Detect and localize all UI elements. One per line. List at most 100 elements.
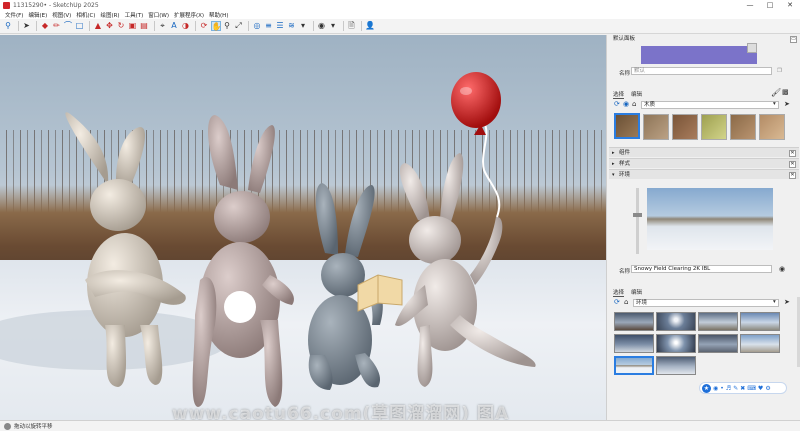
tab-select[interactable]: 选择 — [613, 90, 625, 99]
rabbit-light[interactable] — [395, 124, 536, 387]
menu-view[interactable]: 视图(V) — [52, 11, 71, 19]
select-icon[interactable]: ➤ — [22, 21, 32, 31]
environment-thumbnail[interactable] — [614, 334, 654, 353]
environment-thumbnail[interactable] — [740, 312, 780, 331]
ime-lang-icon[interactable]: ◉ — [713, 385, 718, 392]
close-button[interactable]: ✕ — [780, 1, 800, 9]
export-icon[interactable]: 🗎 — [347, 21, 357, 31]
ime-logo-icon[interactable]: ★ — [702, 383, 711, 393]
move-icon[interactable]: ✥ — [105, 21, 115, 31]
layers-icon[interactable]: ☰ — [275, 21, 285, 31]
material-swatch[interactable] — [759, 114, 785, 140]
ime-punct-icon[interactable]: • — [720, 385, 724, 392]
close-icon[interactable]: ✕ — [789, 160, 796, 168]
push-pull-icon[interactable]: ▲ — [93, 21, 103, 31]
details-arrow-icon[interactable]: ➤ — [784, 100, 790, 108]
chevron-down-icon[interactable]: ▾ — [773, 101, 776, 107]
rabbit-grey[interactable] — [308, 183, 403, 390]
home-icon[interactable]: ⌂ — [632, 100, 636, 108]
environment-thumbnail[interactable] — [698, 312, 738, 331]
sample-paint-icon[interactable]: 🖌 — [771, 88, 781, 97]
tab-edit[interactable]: 编辑 — [631, 90, 642, 99]
styles-icon[interactable]: ≡ — [264, 21, 274, 31]
orbit-icon[interactable]: ⟳ — [199, 21, 209, 31]
back-icon[interactable]: ⟳ — [614, 298, 620, 306]
pan-icon[interactable]: ✋ — [210, 21, 221, 31]
environment-thumbnail[interactable] — [656, 312, 696, 331]
material-swatch[interactable] — [730, 114, 756, 140]
menu-help[interactable]: 帮助(H) — [209, 11, 228, 19]
ime-voice-icon[interactable]: ♬ — [726, 385, 731, 392]
scale-icon[interactable]: ▣ — [128, 21, 138, 31]
maximize-button[interactable]: □ — [760, 1, 780, 9]
menu-tools[interactable]: 工具(T) — [125, 11, 144, 19]
search-icon[interactable]: ⚲ — [3, 21, 13, 31]
ime-settings-icon[interactable]: ⚙ — [765, 385, 770, 392]
environment-thumbnail[interactable] — [740, 334, 780, 353]
rabbit-cream[interactable] — [65, 112, 186, 387]
menu-camera[interactable]: 相机(C) — [76, 11, 95, 19]
chevron-down-icon[interactable]: ▾ — [298, 21, 308, 31]
zoom-icon[interactable]: ⚲ — [222, 21, 232, 31]
env-settings-icon[interactable]: ◉ — [779, 265, 785, 273]
line-icon[interactable]: ✏ — [52, 21, 62, 31]
forward-icon[interactable]: ◉ — [623, 100, 629, 108]
menu-draw[interactable]: 绘图(R) — [100, 11, 119, 19]
ime-tools-icon[interactable]: ✖ — [740, 385, 745, 392]
pin-icon[interactable]: ▭ — [790, 36, 797, 43]
ime-edit-icon[interactable]: ✎ — [733, 385, 738, 392]
tape-icon[interactable]: ⌖ — [158, 21, 168, 31]
eraser-icon[interactable]: ◆ — [40, 21, 50, 31]
rotate-icon[interactable]: ↻ — [116, 21, 126, 31]
paint-icon[interactable]: ◑ — [181, 21, 191, 31]
section-icon[interactable]: ◎ — [252, 21, 262, 31]
text-icon[interactable]: A — [169, 21, 179, 31]
styles-section[interactable]: ▸ 样式 ✕ — [609, 158, 799, 168]
rectangle-icon[interactable]: □ — [75, 21, 85, 31]
material-swatch[interactable] — [701, 114, 727, 140]
material-swatch[interactable] — [643, 114, 669, 140]
red-balloon[interactable] — [451, 72, 501, 135]
env-name-field[interactable]: Snowy Field Clearing 2K IBL — [631, 265, 772, 273]
scenes-icon[interactable]: ◉ — [317, 21, 327, 31]
environment-thumbnail[interactable] — [614, 312, 654, 331]
menu-window[interactable]: 窗口(W) — [148, 11, 169, 19]
arc-icon[interactable]: ⌒ — [63, 21, 73, 31]
model-viewport[interactable]: www.caotu66.com(草图溜溜网) 图A — [0, 35, 606, 420]
back-icon[interactable]: ⟳ — [614, 100, 620, 108]
duplicate-material-icon[interactable]: ❐ — [777, 68, 782, 74]
tab-select[interactable]: 选择 — [613, 288, 625, 297]
user-icon[interactable]: 👤 — [365, 21, 375, 31]
chevron-down-icon[interactable]: ▾ — [773, 299, 776, 305]
tab-edit[interactable]: 编辑 — [631, 288, 642, 297]
env-category-select[interactable]: 环境 — [633, 299, 779, 307]
close-icon[interactable]: ✕ — [789, 171, 796, 179]
components-section[interactable]: ▸ 组件 ✕ — [609, 147, 799, 157]
paint-bucket-icon[interactable]: ▩ — [782, 88, 789, 96]
ime-skin-icon[interactable]: ♥ — [758, 385, 763, 392]
rabbit-pink[interactable] — [192, 115, 294, 407]
menu-edit[interactable]: 编辑(E) — [28, 11, 47, 19]
menu-file[interactable]: 文件(F) — [5, 11, 23, 19]
environments-section[interactable]: ▾ 环境 ✕ — [609, 169, 799, 179]
offset-icon[interactable]: ▤ — [139, 21, 149, 31]
status-info-icon[interactable] — [4, 422, 11, 430]
environment-thumbnail-selected[interactable] — [614, 356, 654, 375]
close-icon[interactable]: ✕ — [789, 149, 796, 157]
exposure-slider-thumb[interactable] — [633, 213, 642, 217]
details-arrow-icon[interactable]: ➤ — [784, 298, 790, 306]
material-category-select[interactable]: 木质 — [641, 101, 779, 109]
environment-thumbnail[interactable] — [656, 334, 696, 353]
exposure-slider-track[interactable] — [636, 188, 639, 254]
environment-thumbnail[interactable] — [698, 334, 738, 353]
minimize-button[interactable]: — — [740, 1, 760, 9]
environment-thumbnail[interactable] — [656, 356, 696, 375]
menu-extensions[interactable]: 扩展程序(X) — [174, 11, 204, 19]
chevron-down-icon[interactable]: ▾ — [328, 21, 338, 31]
material-swatch[interactable] — [614, 113, 640, 139]
home-icon[interactable]: ⌂ — [624, 298, 628, 306]
material-name-field[interactable]: 默认 — [631, 67, 772, 75]
zoom-extents-icon[interactable]: ⤢ — [234, 21, 244, 31]
ime-keyboard-icon[interactable]: ⌨ — [747, 385, 756, 392]
more-icon[interactable]: ≋ — [287, 21, 297, 31]
